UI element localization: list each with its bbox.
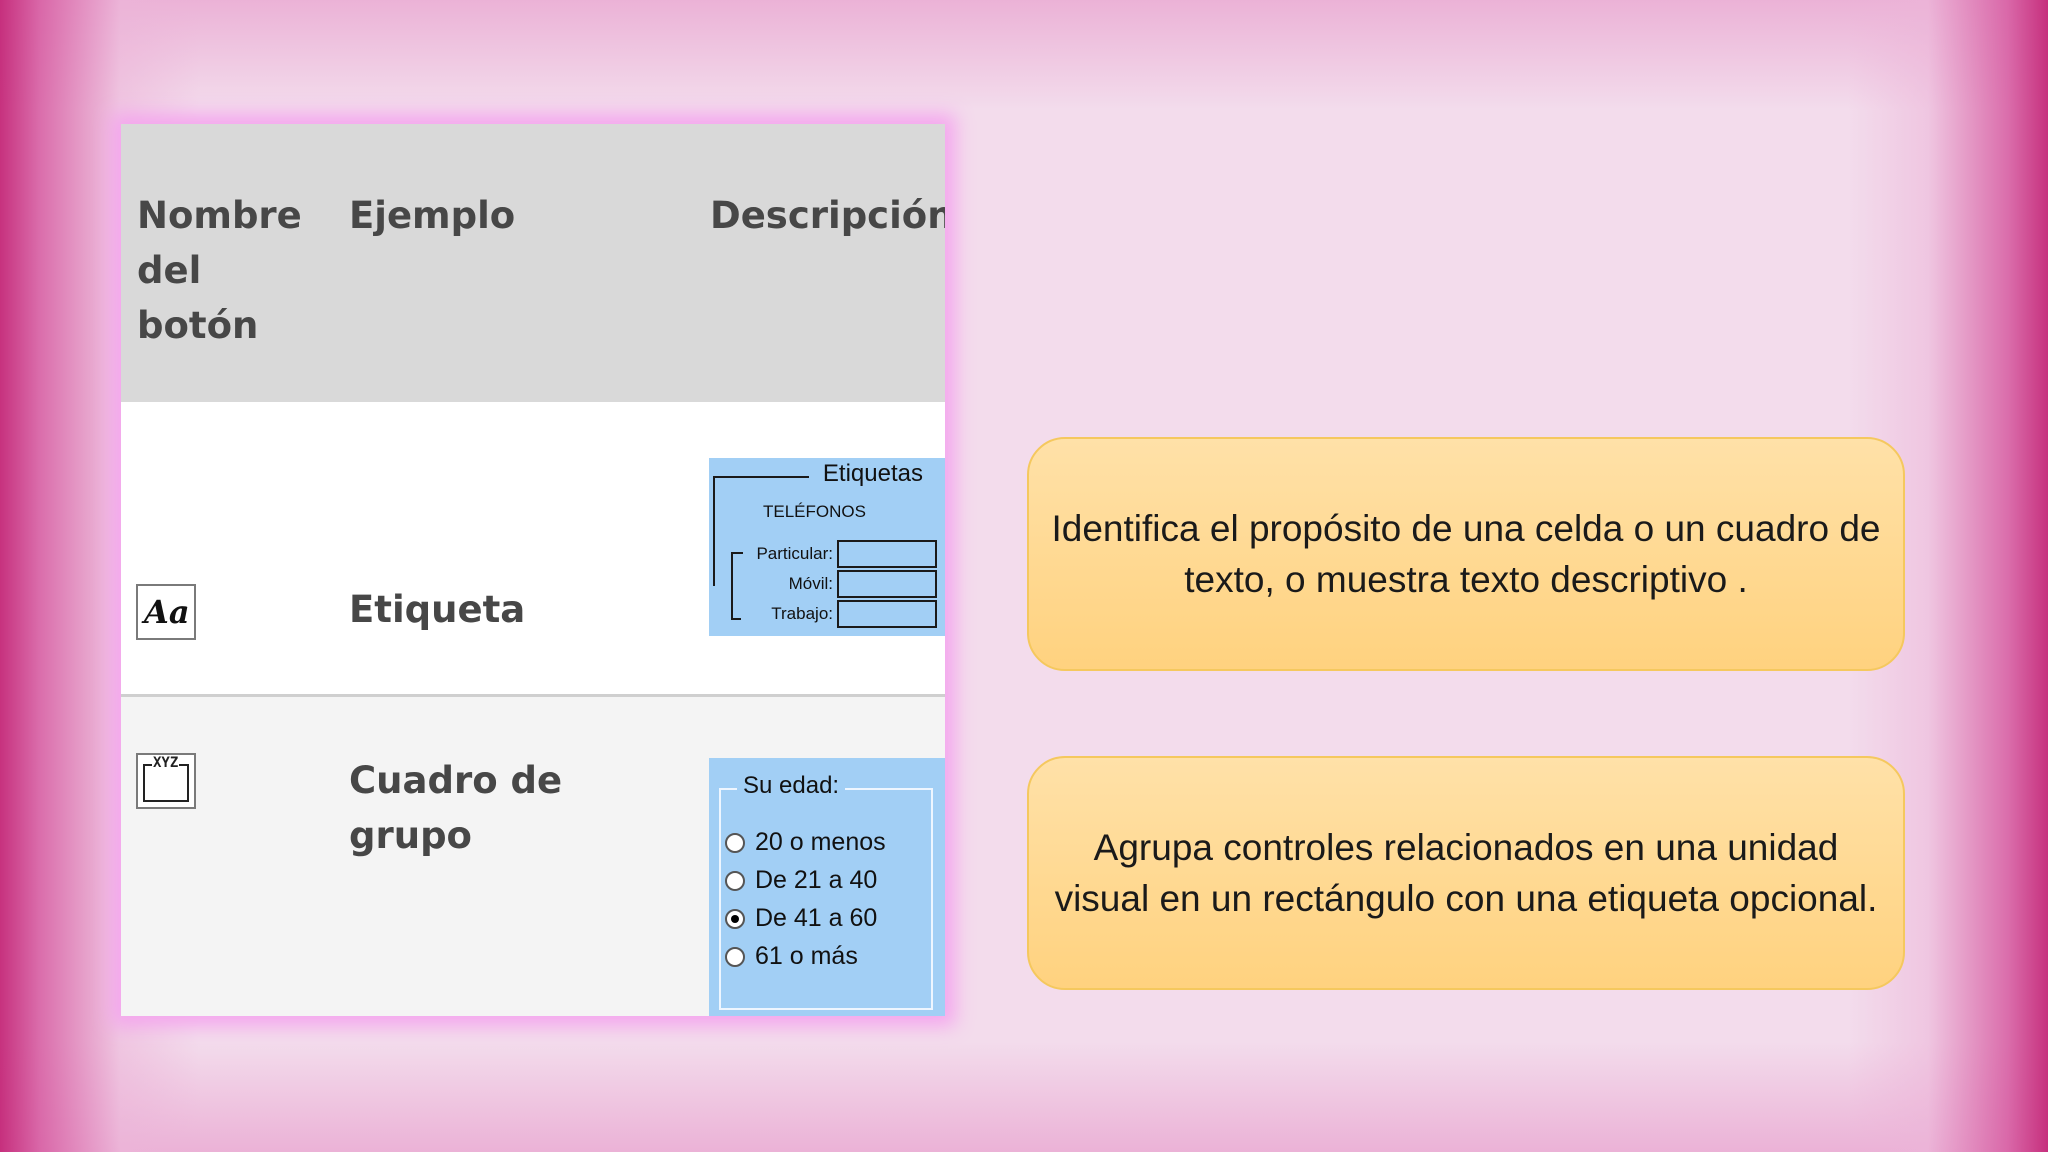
row-name-line-1: Cuadro de bbox=[349, 759, 563, 802]
header-name-line-2: del bbox=[137, 249, 202, 292]
example-radio-option: 61 o más bbox=[725, 940, 858, 972]
example-field-box bbox=[837, 570, 937, 598]
description-etiqueta: Identifica el propósito de una celda o u… bbox=[1027, 437, 1905, 671]
header-example: Ejemplo bbox=[349, 194, 516, 237]
group-box-control-icon: XYZ bbox=[136, 753, 196, 809]
example-radio-option: 20 o menos bbox=[725, 826, 886, 858]
description-cuadro-de-grupo: Agrupa controles relacionados en una uni… bbox=[1027, 756, 1905, 990]
header-description: Descripción bbox=[710, 194, 945, 237]
example-field-label: Móvil: bbox=[788, 574, 833, 593]
example-field-box bbox=[837, 600, 937, 628]
radio-selected-icon bbox=[725, 909, 745, 929]
label-control-icon: Aa bbox=[136, 584, 196, 640]
table-header-row: Nombre del botón Ejemplo Descripción bbox=[121, 124, 945, 402]
example-radio-option: De 21 a 40 bbox=[725, 864, 877, 896]
row-name-cuadro-de-grupo: Cuadro de grupo bbox=[349, 753, 562, 863]
example-label-title: Etiquetas bbox=[822, 460, 923, 487]
controls-table: Nombre del botón Ejemplo Descripción Aa … bbox=[121, 124, 945, 1016]
example-field-box bbox=[837, 540, 937, 568]
example-label-heading: TELÉFONOS bbox=[763, 502, 866, 521]
example-radio-option-selected: De 41 a 60 bbox=[725, 902, 877, 934]
radio-unselected-icon bbox=[725, 947, 745, 967]
radio-unselected-icon bbox=[725, 871, 745, 891]
header-name-line-1: Nombre bbox=[137, 194, 302, 237]
group-box-example: Su edad: 20 o menos De 21 a 40 De 41 a 6… bbox=[709, 758, 945, 1016]
header-name-line-3: botón bbox=[137, 304, 259, 347]
header-button-name: Nombre del botón bbox=[137, 188, 302, 353]
radio-unselected-icon bbox=[725, 833, 745, 853]
example-field-label: Trabajo: bbox=[771, 604, 833, 623]
row-name-etiqueta: Etiqueta bbox=[349, 588, 526, 631]
example-field-label: Particular: bbox=[756, 544, 833, 563]
row-name-line-2: grupo bbox=[349, 814, 472, 857]
label-example: Etiquetas TELÉFONOS Particular: Móvil: T… bbox=[709, 458, 945, 636]
example-group-legend: Su edad: bbox=[737, 772, 846, 800]
